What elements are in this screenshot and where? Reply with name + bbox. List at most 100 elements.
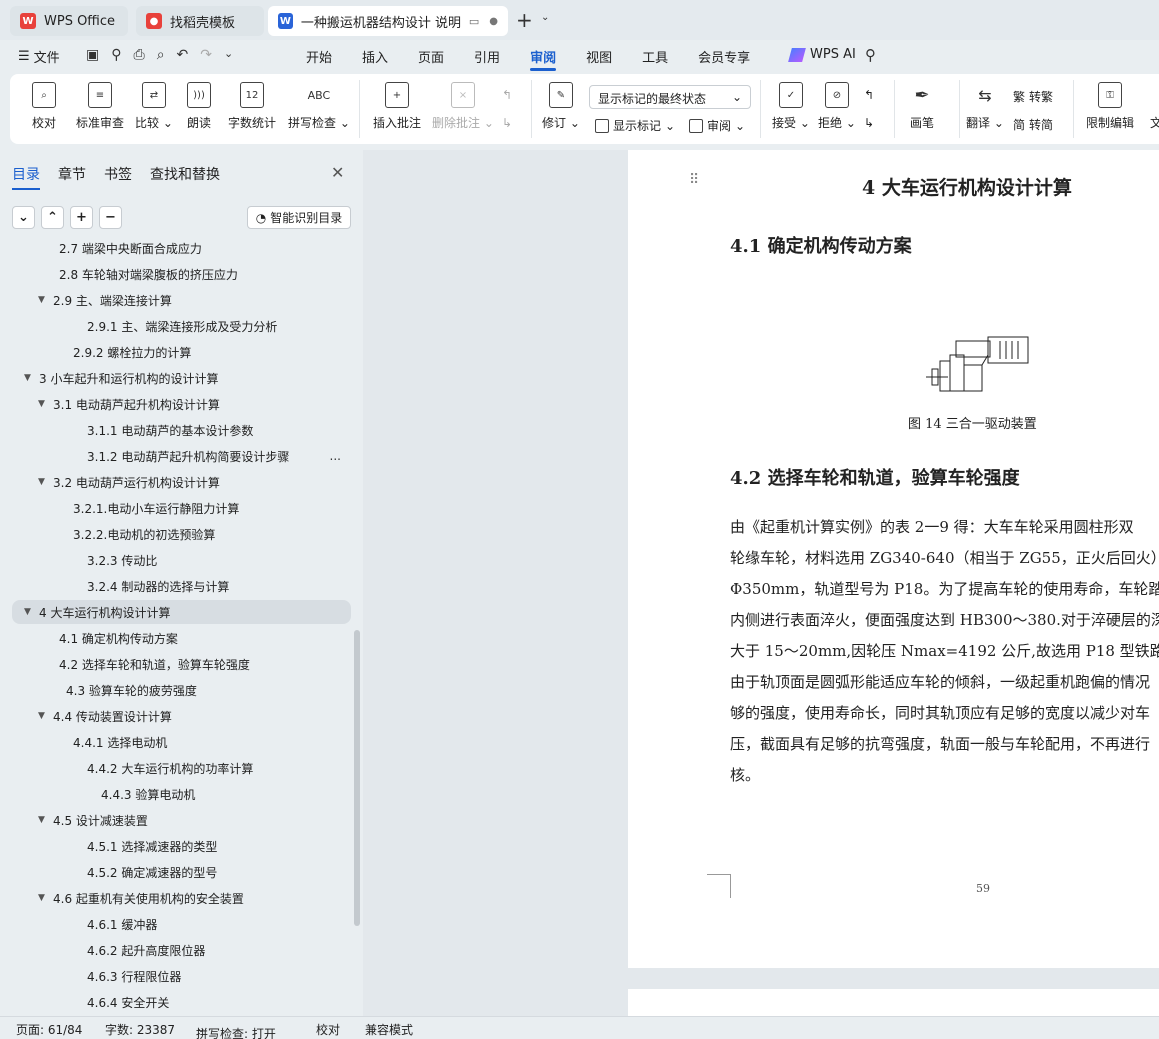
toc-item[interactable]: 4.6.3 行程限位器	[12, 964, 351, 988]
tab-docer[interactable]: ● 找稻壳模板	[136, 6, 264, 36]
body-paragraph[interactable]: 由《起重机计算实例》的表 2一9 得：大车车轮采用圆柱形双 轮缘车轮，材料选用 Z…	[730, 517, 1159, 797]
print-preview-icon[interactable]: ⌕	[157, 47, 165, 63]
wps-ai-button[interactable]: WPS AI	[788, 47, 856, 62]
tab-wps-office[interactable]: W WPS Office	[10, 6, 128, 36]
collapse-all-icon[interactable]: ⌄	[12, 206, 35, 229]
expand-arrow-icon[interactable]: ▼	[38, 399, 46, 409]
nav-tab-find-replace[interactable]: 查找和替换	[150, 164, 220, 184]
to-simplified-button[interactable]: 简 转简	[1013, 116, 1053, 133]
toc-item[interactable]: 4.4.3 验算电动机	[12, 782, 351, 806]
toc-item[interactable]: 4.6.2 起升高度限位器	[12, 938, 351, 962]
print-icon[interactable]: ⎙	[134, 47, 145, 63]
toc-item[interactable]: 4.4.2 大车运行机构的功率计算	[12, 756, 351, 780]
expand-arrow-icon[interactable]: ▼	[38, 893, 46, 903]
to-traditional-button[interactable]: 繁 转繁	[1013, 88, 1053, 105]
redo-icon[interactable]: ↷	[200, 47, 212, 63]
restrict-editing-button[interactable]: ⚿ 限制编辑	[1086, 82, 1134, 131]
expand-up-icon[interactable]: ⌃	[41, 206, 64, 229]
spell-check-button[interactable]: ABC 拼写检查 ⌄	[288, 82, 350, 131]
toc-item[interactable]: 4.2 选择车轮和轨道，验算车轮强度	[12, 652, 351, 676]
nav-tab-bookmarks[interactable]: 书签	[104, 164, 132, 184]
toc-item[interactable]: 2.8 车轮轴对端梁腹板的挤压应力	[12, 262, 351, 286]
file-menu-button[interactable]: ☰ 文件	[18, 47, 60, 66]
prev-comment-icon[interactable]: ↰	[502, 88, 512, 102]
insert-comment-button[interactable]: + 插入批注	[373, 82, 421, 131]
toc-scrollbar[interactable]	[354, 630, 360, 926]
drag-handle-icon[interactable]: ⠿	[689, 173, 699, 187]
tab-home[interactable]: 开始	[306, 47, 332, 66]
toc-item[interactable]: ▼ 3 小车起升和运行机构的设计计算	[12, 366, 351, 390]
toc-item[interactable]: 3.2.3 传动比	[12, 548, 351, 572]
nav-tab-toc[interactable]: 目录	[12, 164, 40, 190]
track-changes-button[interactable]: ✎ 修订 ⌄	[542, 82, 580, 131]
toc-item[interactable]: ▼ 3.1 电动葫芦起升机构设计计算	[12, 392, 351, 416]
tab-view[interactable]: 视图	[586, 47, 612, 66]
delete-comment-button[interactable]: × 删除批注 ⌄	[432, 82, 494, 131]
word-count-button[interactable]: 12 字数统计	[228, 82, 276, 131]
prev-change-icon[interactable]: ↰	[864, 88, 874, 102]
expand-arrow-icon[interactable]: ▼	[38, 815, 46, 825]
toc-item[interactable]: 4.5.1 选择减速器的类型	[12, 834, 351, 858]
expand-arrow-icon[interactable]: ▼	[38, 295, 46, 305]
compare-button[interactable]: ⇄ 比较 ⌄	[135, 82, 173, 131]
expand-arrow-icon[interactable]: ▼	[38, 477, 46, 487]
ink-button[interactable]: ✒ 画笔	[910, 82, 934, 131]
smart-toc-button[interactable]: ◔ 智能识别目录	[247, 206, 351, 229]
proof-status[interactable]: 校对	[316, 1021, 340, 1038]
show-markup-button[interactable]: 显示标记 ⌄	[595, 117, 675, 134]
toc-item[interactable]: 2.7 端梁中央断面合成应力	[12, 238, 351, 260]
remove-heading-icon[interactable]: −	[99, 206, 122, 229]
close-icon[interactable]: ✕	[331, 163, 344, 182]
standard-review-button[interactable]: ≡ 标准审查	[76, 82, 124, 131]
more-dropdown-icon[interactable]: ⌄	[224, 47, 233, 63]
monitor-icon[interactable]: ▭	[469, 15, 479, 28]
toc-item[interactable]: 2.9.1 主、端梁连接形成及受力分析	[12, 314, 351, 338]
toc-item[interactable]: 3.1.2 电动葫芦起升机构简要设计步骤...	[12, 444, 351, 468]
toc-item[interactable]: ▼ 2.9 主、端梁连接计算	[12, 288, 351, 312]
share-icon[interactable]: ⚲	[111, 47, 121, 63]
toc-item[interactable]: ▼ 4.6 起重机有关使用机构的安全装置	[12, 886, 351, 910]
toc-item[interactable]: 2.9.2 螺栓拉力的计算	[12, 340, 351, 364]
tab-tools[interactable]: 工具	[642, 47, 668, 66]
toc-item[interactable]: 4.6.1 缓冲器	[12, 912, 351, 936]
expand-arrow-icon[interactable]: ▼	[24, 607, 32, 617]
toc-item[interactable]: 3.2.1.电动小车运行静阻力计算	[12, 496, 351, 520]
toc-item[interactable]: 4.5.2 确定减速器的型号	[12, 860, 351, 884]
toc-item[interactable]: ▼ 4.4 传动装置设计计算	[12, 704, 351, 728]
word-counter[interactable]: 字数: 23387	[105, 1021, 175, 1038]
toc-item[interactable]: 4.1 确定机构传动方案	[12, 626, 351, 650]
toc-item[interactable]: 3.1.1 电动葫芦的基本设计参数	[12, 418, 351, 442]
tab-document[interactable]: W 一种搬运机器结构设计 说明书 ▭ ●	[268, 6, 508, 36]
unsaved-dot-icon[interactable]: ●	[489, 16, 498, 27]
nav-tab-chapters[interactable]: 章节	[58, 164, 86, 184]
tab-page[interactable]: 页面	[418, 47, 444, 66]
next-comment-icon[interactable]: ↳	[502, 116, 512, 130]
toc-item[interactable]: ▼ 4.5 设计减速装置	[12, 808, 351, 832]
search-icon[interactable]: ⚲	[865, 46, 876, 64]
next-change-icon[interactable]: ↳	[864, 116, 874, 130]
read-aloud-button[interactable]: ))) 朗读	[187, 82, 211, 131]
page-counter[interactable]: 页面: 61/84	[16, 1021, 82, 1038]
more-icon[interactable]: ...	[330, 449, 341, 463]
expand-arrow-icon[interactable]: ▼	[24, 373, 32, 383]
toc-item[interactable]: 4.6.4 安全开关	[12, 990, 351, 1014]
tab-insert[interactable]: 插入	[362, 47, 388, 66]
proofread-button[interactable]: ⌕ 校对	[32, 82, 56, 131]
add-heading-icon[interactable]: +	[70, 206, 93, 229]
accept-button[interactable]: ✓ 接受 ⌄	[772, 82, 810, 131]
toc-item[interactable]: 4.3 验算车轮的疲劳强度	[12, 678, 351, 702]
tab-list-dropdown-icon[interactable]: ⌄	[541, 12, 549, 23]
tab-member[interactable]: 会员专享	[698, 47, 750, 66]
doc-protect-button[interactable]: 文	[1144, 82, 1159, 131]
toc-item[interactable]: 3.2.4 制动器的选择与计算	[12, 574, 351, 598]
undo-icon[interactable]: ↶	[177, 47, 189, 63]
tab-references[interactable]: 引用	[474, 47, 500, 66]
review-pane-button[interactable]: 审阅 ⌄	[689, 117, 745, 134]
tab-review[interactable]: 审阅	[530, 47, 557, 71]
display-markup-select[interactable]: 显示标记的最终状态 ⌄	[589, 85, 751, 109]
expand-arrow-icon[interactable]: ▼	[38, 711, 46, 721]
toc-item[interactable]: 3.2.2.电动机的初选预验算	[12, 522, 351, 546]
new-tab-button[interactable]: +	[516, 8, 533, 32]
toc-item[interactable]: ▼ 4 大车运行机构设计计算	[12, 600, 351, 624]
toc-item[interactable]: ▼ 3.2 电动葫芦运行机构设计计算	[12, 470, 351, 494]
